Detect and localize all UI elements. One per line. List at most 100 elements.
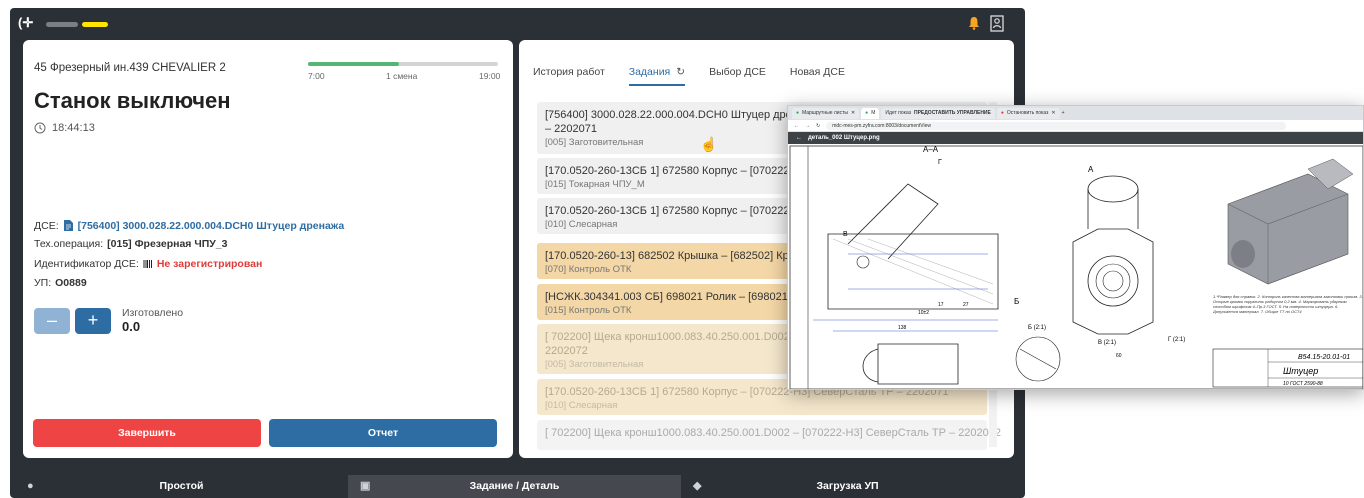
dse-id-row: Идентификатор ДСЕ: Не зарегистрирован (34, 258, 262, 270)
machine-panel: 45 Фрезерный ин.439 CHEVALIER 2 7:00 1 с… (23, 40, 513, 458)
tabs-bar: История работ Задания ↻ Выбор ДСЕ Новая Д… (533, 66, 845, 86)
browser-tab[interactable]: ● М (861, 107, 880, 119)
briefcase-icon: ▣ (360, 480, 371, 492)
view-v-label: В (2:1) (1098, 340, 1116, 346)
nav-load-program[interactable]: ◆ Загрузка УП (681, 475, 1014, 498)
nav-idle[interactable]: ● Простой (15, 475, 348, 498)
dim-17: 17 (938, 302, 944, 308)
technical-drawing: А–А Г В Б 138 10±2 27 17 А 60 Б (2:1) В … (788, 144, 1363, 389)
dse-link[interactable]: [756400] 3000.028.22.000.004.DCH0 Штуцер… (78, 220, 345, 232)
produced-value: 0.0 (122, 319, 141, 334)
browser-tab[interactable]: ● Остановить показ ✕ (996, 107, 1060, 119)
dim-138: 138 (898, 325, 907, 331)
dse-label: ДСЕ: (34, 219, 59, 232)
share-control-label[interactable]: ПРЕДОСТАВИТЬ УПРАВЛЕНИЕ (914, 110, 991, 116)
clock-icon: ● (27, 480, 34, 492)
machine-status: Станок выключен (34, 88, 231, 113)
task-title: [ 702200] Щека кронш1000.083.40.250.001.… (545, 427, 1002, 439)
status-time-row: 18:44:13 (34, 122, 95, 134)
logo-icon[interactable]: (✛ (18, 15, 38, 33)
stamp-name: Штуцер (1283, 366, 1318, 376)
user-exit-icon[interactable] (990, 15, 1004, 32)
nav-idle-label: Простой (159, 480, 204, 492)
bottom-nav: ● Простой ▣ Задание / Деталь ◆ Загрузка … (15, 475, 1014, 498)
bell-icon[interactable] (968, 16, 980, 30)
screen-share-banner: Идет показ ПРЕДОСТАВИТЬ УПРАВЛЕНИЕ (881, 107, 995, 119)
status-time: 18:44:13 (52, 122, 95, 134)
dse-id-value: Не зарегистрирован (156, 258, 263, 270)
url-input[interactable]: mdc-mes-pm.zyfra.com:8003/documentView (826, 121, 1287, 130)
list-item[interactable]: [ 702200] Щека кронш1000.083.40.250.001.… (537, 420, 1002, 450)
shift-start: 7:00 (308, 71, 325, 81)
share-label: Идет показ (885, 110, 911, 116)
tab-history[interactable]: История работ (533, 66, 605, 86)
finish-button[interactable]: Завершить (33, 419, 261, 447)
new-tab-icon[interactable]: + (1062, 110, 1065, 116)
barcode-icon (143, 260, 152, 268)
back-icon[interactable]: ← (794, 123, 799, 129)
nav-task-detail[interactable]: ▣ Задание / Деталь (348, 475, 681, 498)
nav-load-program-label: Загрузка УП (816, 480, 879, 492)
operation-label: Тех.операция: (34, 238, 104, 250)
clock-icon (34, 122, 46, 134)
shift-end: 19:00 (479, 71, 501, 81)
increment-button[interactable]: + (75, 308, 111, 334)
decrement-button[interactable]: – (34, 308, 70, 334)
section-aa-label: А–А (923, 145, 939, 154)
document-title-bar: ← деталь_002 Штуцер.png (788, 132, 1363, 144)
produced-label: Изготовлено (122, 307, 184, 319)
dse-id-label: Идентификатор ДСЕ: (34, 258, 139, 270)
nav-task-detail-label: Задание / Деталь (469, 480, 560, 492)
browser-tab-label: М (871, 110, 876, 116)
dim-27: 27 (963, 302, 969, 308)
tab-tasks[interactable]: Задания ↻ (628, 66, 686, 86)
dim-10: 10±2 (918, 310, 929, 316)
task-operation: [010] Слесарная (545, 400, 618, 411)
machine-name: 45 Фрезерный ин.439 CHEVALIER 2 (34, 62, 226, 74)
shift-name: 1 смена (386, 71, 418, 81)
tab-tasks-label: Задания (628, 66, 671, 78)
shift-progress-fill (308, 62, 400, 66)
browser-tab-label: Маршрутные листы (802, 110, 848, 116)
box-icon: ◆ (693, 480, 702, 492)
program-label: УП: (34, 277, 52, 289)
program-value: O0889 (55, 277, 87, 289)
label-v: В (843, 231, 848, 238)
refresh-icon[interactable]: ↻ (676, 66, 685, 78)
label-g: Г (938, 159, 942, 166)
reload-icon[interactable]: ↻ (816, 123, 820, 129)
view-b-label: Б (2:1) (1028, 325, 1046, 331)
status-indicator-gray (46, 22, 78, 27)
browser-tab-strip: ● Маршрутные листы ✕ ● М Идет показ ПРЕДОСТ… (788, 106, 1363, 120)
operation-value: [015] Фрезерная ЧПУ_3 (107, 238, 228, 250)
browser-window: ● Маршрутные листы ✕ ● М Идет показ ПРЕДОСТ… (787, 105, 1364, 390)
document-title: деталь_002 Штуцер.png (808, 135, 880, 141)
stamp-code: В54.15-20.01-01 (1298, 354, 1350, 361)
operation-row: Тех.операция: [015] Фрезерная ЧПУ_3 (34, 238, 227, 250)
forward-icon[interactable]: → (805, 123, 810, 129)
tab-select-dse[interactable]: Выбор ДСЕ (709, 66, 766, 86)
top-bar: (✛ (10, 8, 1025, 40)
browser-tab-label: Остановить показ (1006, 110, 1049, 116)
section-b-label: Б (1014, 297, 1019, 306)
back-arrow-icon[interactable]: ← (796, 135, 802, 141)
recording-icon: ● (1000, 110, 1004, 116)
drawing-notes: 1.*Размер для справок. 2. Контроль качес… (1213, 294, 1363, 314)
status-indicator-yellow (82, 22, 108, 27)
report-button[interactable]: Отчет (269, 419, 497, 447)
stamp-material: 10 ГОСТ 2590-88 (1283, 381, 1323, 387)
drawing-svg: А–А Г В Б 138 10±2 27 17 А 60 Б (2:1) В … (789, 145, 1363, 389)
shift-progress-bar (308, 62, 498, 66)
label-a: А (1088, 165, 1094, 174)
browser-tab[interactable]: ● Маршрутные листы ✕ (792, 107, 860, 119)
program-row: УП: O0889 (34, 277, 87, 289)
dse-row: ДСЕ: [756400] 3000.028.22.000.004.DCH0 Ш… (34, 219, 344, 232)
dim-60: 60 (1116, 353, 1122, 359)
favicon-icon: ● (865, 110, 869, 116)
hand-cursor-icon: ☝ (700, 136, 718, 152)
tab-new-dse[interactable]: Новая ДСЕ (790, 66, 845, 86)
view-g-label: Г (2:1) (1168, 337, 1185, 343)
favicon-icon: ● (796, 110, 800, 116)
address-bar-row: ← → ↻ mdc-mes-pm.zyfra.com:8003/document… (788, 120, 1363, 132)
document-icon (63, 220, 73, 231)
